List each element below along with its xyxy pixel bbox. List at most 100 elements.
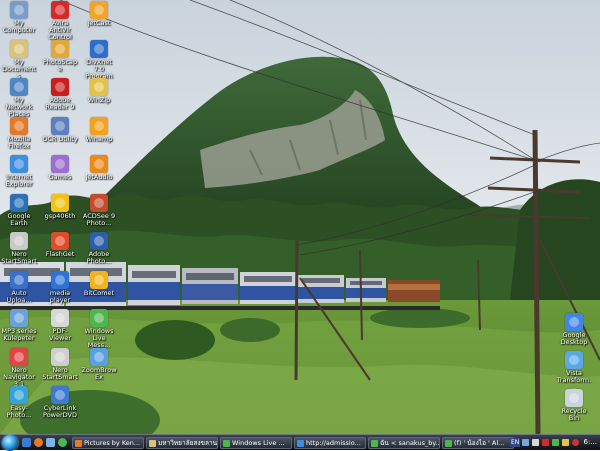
desktop-icon-winamp[interactable]: Winamp [81,116,117,143]
divx-icon [90,39,108,58]
desktop-icon-label: ZoomBrow Ex [81,365,117,381]
desktop-icon-label: jetCast [87,19,111,27]
desktop-icon-label: DivXnet 7.0 Program [85,57,113,80]
desktop-icon-photoshop[interactable]: Adobe Photo... [81,232,117,265]
desktop-icon-computer[interactable]: My Computer [1,1,37,34]
desktop-icon-label: Internet Explorer [5,173,33,188]
internet-explorer-icon [10,155,28,173]
desktop-icon-label: OCR Utility [42,134,78,143]
bitcomet-icon [90,270,108,289]
desktop-icon-zoombrowser[interactable]: ZoomBrow Ex [81,347,117,381]
update-tray-icon[interactable] [562,439,569,446]
taskbar-button-label: Pictures by Ken... [84,439,141,447]
taskbar-button[interactable]: ฉัน < sanakus_by... [368,437,440,449]
messenger-tray-icon[interactable] [552,439,559,446]
desktop-icon-upload[interactable]: Auto Uploa... [1,270,37,304]
desktop-icon-documents-folder[interactable]: My Documents [1,39,37,80]
photo-icon [10,386,28,404]
taskbar: Pictures by Ken... มหาวิทยาลัยสงขลาน... Wi… [0,434,600,451]
desktop-icon-label: jetAudio [85,173,113,181]
winzip-icon [90,78,108,96]
start-button[interactable] [2,435,18,451]
taskbar-button[interactable]: Windows Live ... [220,437,292,449]
folder-icon [149,440,156,447]
desktop-icon-label: Easy-Photo... [6,404,32,419]
nero-startsmart-icon [51,347,69,366]
clock[interactable]: 6:... [584,438,598,447]
security-tray-icon[interactable] [572,439,579,446]
desktop-icon-winzip[interactable]: WinZip [81,78,117,104]
messenger-icon [223,440,230,447]
internet-explorer-icon [297,440,304,447]
pdf-viewer-icon [51,309,69,327]
show-desktop-icon[interactable] [22,438,31,447]
taskbar-button[interactable]: http://admissio... [294,437,366,449]
desktop-icon-bitcomet[interactable]: BitComet [81,270,117,297]
desktop-icon-gsp[interactable]: gsp406th [42,193,78,220]
desktop-icon-jetaudio[interactable]: jetAudio [81,155,117,181]
desktop-icon-recycle-bin[interactable]: Recycle Bin [556,389,592,422]
powerdvd-icon [51,386,69,404]
taskbar-button[interactable]: มหาวิทยาลัยสงขลาน... [146,437,218,449]
network-tray-icon[interactable] [522,439,529,446]
desktop-icon-internet-explorer[interactable]: Internet Explorer [1,155,37,188]
desktop-icon-pdf-viewer[interactable]: PDF-Viewer [42,309,78,342]
desktop-icon-ocr[interactable]: OCR Utility [42,116,78,143]
desktop-icon-jetcast[interactable]: jetCast [81,1,117,27]
language-indicator[interactable]: EN [510,438,521,447]
desktop-icon-label: MP3 series Kulepeter [1,327,37,342]
desktop-icon-nero-navigator[interactable]: Nero Navigator 3.1 [1,347,37,388]
vista-transform-icon [565,351,583,369]
desktop-icon-photo[interactable]: Easy-Photo... [1,386,37,419]
desktop-icon-label: My Documents [2,57,36,80]
desktop-icon-adobe-reader[interactable]: Adobe Reader 9 [42,78,78,111]
desktop-icon-flashget[interactable]: FlashGet [42,232,78,258]
switch-windows-icon[interactable] [46,438,55,447]
volume-tray-icon[interactable] [532,439,539,446]
ocr-icon [51,116,69,135]
antivirus-icon [51,1,69,19]
desktop-icon-label: My Network Places [5,96,33,118]
desktop-icon-google-earth[interactable]: Google Earth [1,193,37,227]
desktop-icon-divx[interactable]: DivXnet 7.0 Program [81,39,117,80]
documents-folder-icon [10,39,28,58]
desktop-icon-label: Games [48,173,72,181]
desktop-icon-label: Recycle Bin [561,407,587,422]
desktop-icon-media-file[interactable]: MP3 series Kulepeter [1,309,37,342]
desktop-icon-photoscape[interactable]: PhotoScape [42,39,78,73]
antivirus-tray-icon[interactable] [542,439,549,446]
desktop-icon-games[interactable]: Games [42,155,78,181]
jetcast-icon [90,1,108,19]
firefox-quicklaunch-icon[interactable] [34,438,43,447]
photoshop-icon [90,232,108,250]
games-icon [51,155,69,173]
desktop-icon-firefox[interactable]: Mozilla Firefox [1,116,37,150]
desktop-icon-label: PDF-Viewer [48,327,72,342]
google-earth-icon [10,193,28,212]
desktop-icon-network[interactable]: My Network Places [1,78,37,118]
desktop-icon-label: BitComet [83,288,115,297]
taskbar-button-label: (f) ' น้องไอ ' Al... [454,439,505,447]
adobe-reader-icon [51,78,69,96]
desktop-icon-nero-startsmart[interactable]: Nero StartSmart [42,347,78,381]
taskbar-button-label: http://admissio... [306,439,361,447]
messenger-quicklaunch-icon[interactable] [58,438,67,447]
zoombrowser-icon [90,347,108,366]
desktop-icon-google-desktop[interactable]: Google Desktop [556,313,592,346]
desktop-icon-label: Adobe Photo... [86,250,112,265]
desktop-icon-vista-transform[interactable]: Vista Transform... [556,351,592,391]
recycle-bin-icon [565,389,583,407]
desktop-icon-nero[interactable]: Nero StartSmart [1,232,37,265]
desktop-icon-powerdvd[interactable]: CyberLink PowerDVD [42,386,78,419]
firefox-icon [75,440,82,447]
desktop-icon-label: Google Desktop [560,331,588,346]
desktop-icon-media-player[interactable]: media player [42,270,78,304]
desktop-icon-label: Nero Navigator 3.1 [3,365,35,388]
taskbar-button[interactable]: (f) ' น้องไอ ' Al... [442,437,514,449]
desktop-icon-label: Auto Uploa... [6,288,32,304]
taskbar-button[interactable]: Pictures by Ken... [72,437,144,449]
firefox-icon [10,116,28,135]
desktop-icon-messenger[interactable]: Windows Live Mess... [81,309,117,349]
desktop-icon-label: media player [49,288,71,304]
desktop-icon-acdsee[interactable]: ACDSee 9 Photo... [81,193,117,227]
